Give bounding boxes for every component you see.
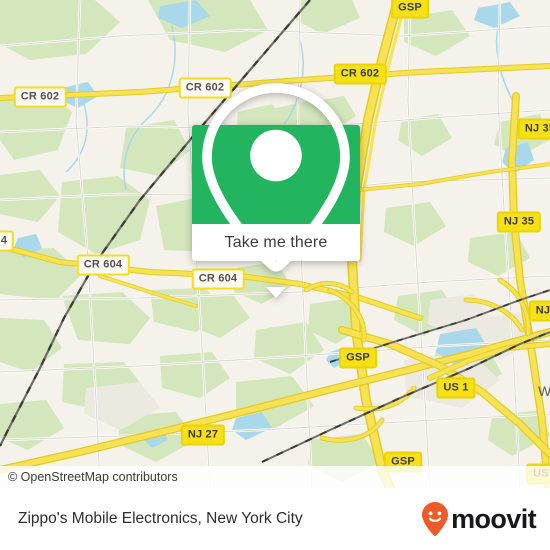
road-shield-nj-clipped[interactable]: NJ — [528, 300, 550, 322]
road-shield-us1[interactable]: US 1 — [436, 377, 476, 399]
bottom-info-bar: Zippo's Mobile Electronics, New York Cit… — [0, 488, 550, 550]
moovit-wordmark: moovit — [451, 503, 537, 534]
map-screenshot: GSP CR 602 CR 602 CR 602 NJ 35 NJ 35 CR … — [0, 0, 550, 550]
map-attribution-bar: © OpenStreetMap contributors — [0, 466, 550, 488]
road-shield-gsp-top[interactable]: GSP — [391, 0, 429, 19]
location-popup[interactable]: Take me there — [192, 82, 360, 298]
popup-pointer — [266, 287, 286, 298]
place-title: Zippo's Mobile Electronics, New York Cit… — [18, 510, 303, 527]
location-pin-icon — [202, 82, 350, 272]
attribution-text[interactable]: © OpenStreetMap contributors — [0, 470, 178, 484]
popup-header — [192, 82, 360, 272]
road-shield-cr604-clipped[interactable]: 4 — [0, 230, 15, 252]
map-canvas[interactable]: GSP CR 602 CR 602 CR 602 NJ 35 NJ 35 CR … — [0, 0, 550, 488]
moovit-pin-icon — [422, 502, 449, 537]
take-me-there-button[interactable]: Take me there — [225, 234, 328, 252]
moovit-logo[interactable]: moovit — [420, 501, 550, 537]
road-shield-nj27[interactable]: NJ 27 — [180, 424, 226, 446]
road-shield-cr602-c[interactable]: CR 602 — [13, 86, 67, 108]
road-shield-cr604-a[interactable]: CR 604 — [76, 254, 130, 276]
place-label-clipped: W — [538, 383, 550, 399]
road-shield-nj35-top[interactable]: NJ 35 — [517, 118, 550, 140]
road-shield-nj35-mid[interactable]: NJ 35 — [496, 211, 542, 233]
